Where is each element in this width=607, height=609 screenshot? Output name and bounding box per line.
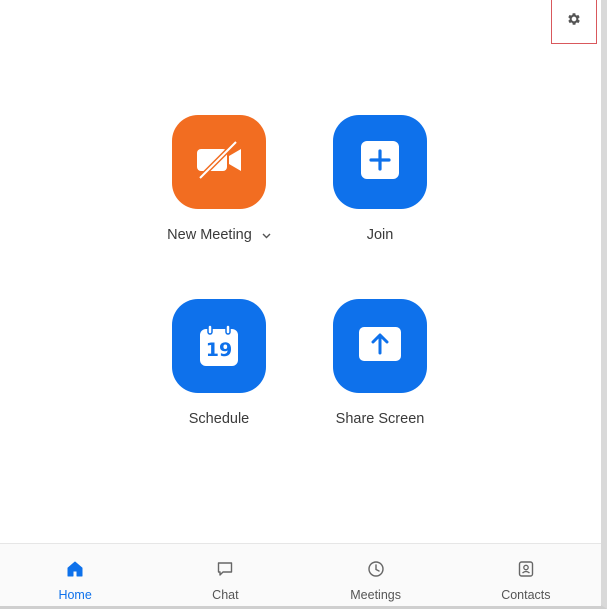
nav-item-meetings[interactable]: Meetings	[301, 544, 451, 606]
video-off-icon	[194, 138, 244, 187]
home-icon	[66, 560, 84, 583]
schedule-tile: 19 Schedule	[159, 299, 279, 427]
new-meeting-label: New Meeting	[167, 227, 252, 243]
share-up-arrow-icon	[358, 326, 402, 367]
clock-icon	[367, 560, 385, 583]
nav-label-meetings: Meetings	[350, 588, 401, 602]
zoom-home-window: New Meeting Join 19 Schedule Share Scree…	[0, 0, 607, 609]
nav-label-home: Home	[58, 588, 92, 602]
share-screen-button[interactable]	[333, 299, 427, 393]
nav-label-contacts: Contacts	[501, 588, 551, 602]
contact-card-icon	[517, 560, 535, 583]
schedule-label[interactable]: Schedule	[159, 411, 279, 427]
settings-button[interactable]	[551, 0, 597, 44]
gear-icon	[566, 11, 582, 32]
nav-item-home[interactable]: Home	[0, 544, 150, 606]
new-meeting-tile: New Meeting	[159, 115, 279, 243]
nav-label-chat: Chat	[212, 588, 239, 602]
chat-bubble-icon	[216, 560, 234, 583]
bottom-nav: Home Chat Meetings Contacts	[0, 543, 601, 606]
join-label[interactable]: Join	[320, 227, 440, 243]
new-meeting-button[interactable]	[172, 115, 266, 209]
nav-item-contacts[interactable]: Contacts	[451, 544, 601, 606]
plus-icon	[360, 140, 400, 185]
schedule-button[interactable]: 19	[172, 299, 266, 393]
nav-item-chat[interactable]: Chat	[150, 544, 300, 606]
calendar-icon: 19	[199, 325, 239, 367]
share-screen-tile: Share Screen	[320, 299, 440, 427]
join-button[interactable]	[333, 115, 427, 209]
join-tile: Join	[320, 115, 440, 243]
new-meeting-label-row[interactable]: New Meeting	[159, 227, 279, 243]
share-screen-label[interactable]: Share Screen	[320, 411, 440, 427]
chevron-down-icon[interactable]	[262, 227, 271, 243]
calendar-day: 19	[205, 339, 233, 361]
